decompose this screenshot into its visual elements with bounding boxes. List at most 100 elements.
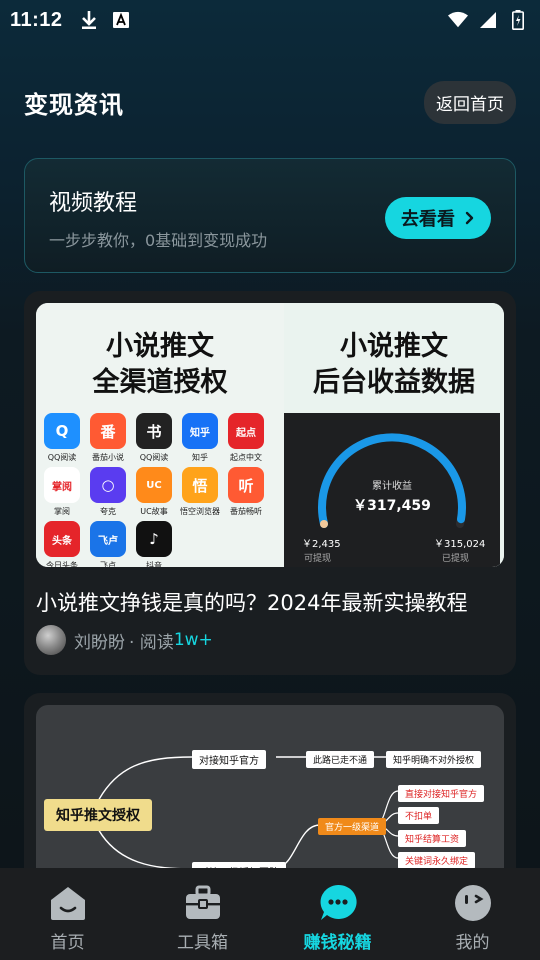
- app-logo-icon: ♪: [136, 521, 172, 557]
- mindmap-node: 此路已走不通: [306, 751, 375, 768]
- app-logo-icon: 书: [136, 413, 172, 449]
- withdrawn-value: ￥315,024: [434, 539, 486, 550]
- go-watch-label: 去看看: [401, 209, 455, 230]
- thumbnail-right-panel: 小说推文 后台收益数据 累计收益 ￥317,459 ￥2,435 可提现 ￥31…: [284, 303, 504, 567]
- mindmap-node: 知乎结算工资: [398, 830, 467, 847]
- article-card[interactable]: 小说推文 全渠道授权 Q QQ阅读番番茄小说书 QQ阅读 知乎 知乎 起点 起点中文 掌阅 掌阅…: [24, 291, 516, 675]
- total-earnings-value: ￥317,459: [353, 498, 431, 514]
- page-header: 变现资讯 返回首页: [24, 80, 516, 124]
- app-name-label: 抖音: [146, 561, 162, 567]
- app-icon-item: UC UC故事: [132, 467, 176, 517]
- article-thumbnail: 小说推文 全渠道授权 Q QQ阅读番番茄小说书 QQ阅读 知乎 知乎 起点 起点中文 掌阅 掌阅…: [36, 303, 504, 567]
- app-icon-item: ○ 夸克: [86, 467, 130, 517]
- app-logo-icon: Q: [44, 413, 80, 449]
- app-logo-icon: 番: [90, 413, 126, 449]
- status-bar: 11:12: [0, 0, 540, 40]
- mindmap-node: 对接知乎官方: [192, 750, 266, 769]
- app-name-label: 飞卢: [100, 561, 116, 567]
- app-logo-icon: 头条: [44, 521, 80, 557]
- app-icon-item: 起点 起点中文: [224, 413, 268, 463]
- earnings-dashboard: 累计收益 ￥317,459 ￥2,435 可提现 ￥315,024 已提现: [284, 413, 500, 567]
- tab-money-secrets[interactable]: 赚钱秘籍: [270, 868, 405, 960]
- go-watch-button[interactable]: 去看看: [385, 197, 491, 239]
- mindmap-node: 知乎明确不对外授权: [386, 751, 482, 768]
- app-icon-item: 书 QQ阅读: [132, 413, 176, 463]
- app-logo-icon: 掌阅: [44, 467, 80, 503]
- avatar: [36, 625, 66, 655]
- app-name-label: 起点中文: [230, 453, 262, 462]
- app-logo-icon: 悟: [182, 467, 218, 503]
- gauge-start-dot: [320, 520, 328, 528]
- app-icon-item: 听番茄畅听: [224, 467, 268, 517]
- tab-profile[interactable]: 我的: [405, 868, 540, 960]
- app-name-label: QQ阅读: [139, 453, 169, 462]
- chat-icon: [319, 884, 357, 922]
- thumbnail-right-heading-line1: 小说推文: [340, 331, 448, 362]
- app-logo-icon: ○: [90, 467, 126, 503]
- app-icon-item: ♪ 抖音: [132, 521, 176, 567]
- withdrawn-label: 已提现: [442, 554, 470, 564]
- mindmap-node: 关键词永久绑定: [398, 852, 476, 869]
- app-name-label: 知乎: [192, 453, 208, 462]
- thumbnail-left-heading: 小说推文 全渠道授权: [36, 329, 284, 401]
- app-logo-icon: 知乎: [182, 413, 218, 449]
- app-icon-item: 头条 今日头条: [40, 521, 84, 567]
- withdrawable-label: 可提现: [304, 554, 332, 564]
- wifi-icon: [448, 10, 468, 30]
- app-name-label: QQ阅读: [47, 453, 77, 462]
- reads-count: 1w+: [173, 630, 213, 650]
- app-name-label: 夸克: [100, 507, 116, 516]
- toolbox-icon: [184, 884, 222, 922]
- app-name-label: 悟空浏览器: [180, 507, 220, 516]
- mindmap-node: 不扣单: [398, 807, 440, 824]
- bottom-tab-bar: 首页 工具箱 赚钱秘籍 我的: [0, 868, 540, 960]
- app-logo-icon: 飞卢: [90, 521, 126, 557]
- app-name-label: 番茄畅听: [230, 507, 262, 516]
- tab-toolbox[interactable]: 工具箱: [135, 868, 270, 960]
- profile-icon: [454, 884, 492, 922]
- app-logo-icon: 起点: [228, 413, 264, 449]
- video-tutorial-card[interactable]: 视频教程 一步步教你，0基础到变现成功 去看看: [24, 158, 516, 273]
- thumbnail-right-heading: 小说推文 后台收益数据: [284, 329, 504, 401]
- thumbnail-left-heading-line2: 全渠道授权: [92, 367, 228, 398]
- download-icon: [79, 10, 99, 30]
- app-icon-item: 知乎 知乎: [178, 413, 222, 463]
- article-title[interactable]: 小说推文挣钱是真的吗？2024年最新实操教程: [36, 587, 506, 617]
- app-icon-item: 番番茄小说: [86, 413, 130, 463]
- article-thumbnail-mindmap: 知乎推文授权 对接知乎官方 此路已走不通 知乎明确不对外授权 官方一级渠道 直接…: [36, 705, 504, 893]
- tab-label: 赚钱秘籍: [303, 933, 372, 953]
- tab-label: 首页: [50, 933, 85, 953]
- app-logo-icon: UC: [136, 467, 172, 503]
- app-icon-item: Q QQ阅读: [40, 413, 84, 463]
- chevron-right-icon: [461, 210, 477, 226]
- author-name: 刘盼盼: [74, 632, 125, 653]
- total-earnings-label: 累计收益: [372, 481, 412, 492]
- article-card[interactable]: 知乎推文授权 对接知乎官方 此路已走不通 知乎明确不对外授权 官方一级渠道 直接…: [24, 693, 516, 893]
- battery-icon: [508, 10, 528, 30]
- app-name-label: UC故事: [140, 507, 168, 516]
- app-icon-item: 飞卢 飞卢: [86, 521, 130, 567]
- page-title: 变现资讯: [24, 90, 124, 119]
- app-name-label: 掌阅: [54, 507, 70, 516]
- back-home-button[interactable]: 返回首页: [424, 80, 516, 124]
- home-icon: [49, 884, 87, 922]
- tab-home[interactable]: 首页: [0, 868, 135, 960]
- app-icon-item: 悟悟空浏览器: [178, 467, 222, 517]
- tab-label: 我的: [455, 933, 490, 953]
- thumbnail-left-heading-line1: 小说推文: [106, 331, 214, 362]
- font-notification-icon: [111, 10, 131, 30]
- tab-label: 工具箱: [177, 933, 228, 953]
- article-meta: 刘盼盼 · 阅读 1w+: [36, 625, 213, 655]
- status-time: 11:12: [10, 8, 63, 31]
- app-name-label: 今日头条: [46, 561, 78, 567]
- app-logo-icon: 听: [228, 467, 264, 503]
- mindmap-node: 官方一级渠道: [318, 818, 387, 835]
- app-name-label: 番茄小说: [92, 453, 124, 462]
- app-icon-item: 掌阅 掌阅: [40, 467, 84, 517]
- signal-icon: [478, 10, 498, 30]
- mindmap-node: 直接对接知乎官方: [398, 785, 485, 802]
- mindmap-root: 知乎推文授权: [44, 799, 152, 831]
- thumbnail-right-heading-line2: 后台收益数据: [313, 367, 475, 398]
- withdrawable-value: ￥2,435: [302, 539, 341, 550]
- reads-prefix: · 阅读: [129, 632, 174, 653]
